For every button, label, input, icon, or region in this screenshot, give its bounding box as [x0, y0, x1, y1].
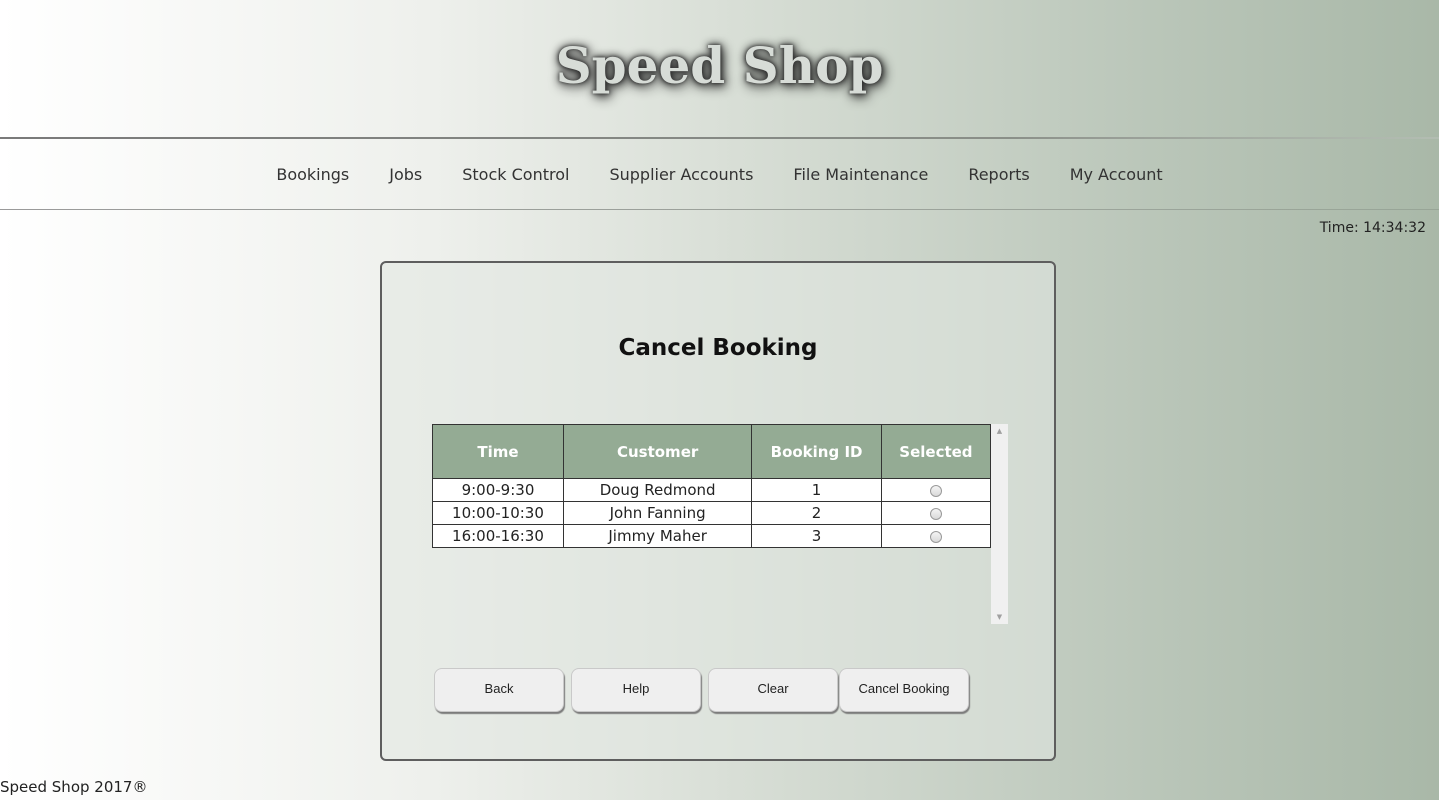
bookings-table-container: Time Customer Booking ID Selected 9:00-9… — [432, 424, 1008, 624]
table-row: 16:00-16:30 Jimmy Maher 3 — [432, 524, 992, 548]
site-logo-title: Speed Shop — [555, 36, 884, 95]
cell-selected — [880, 478, 992, 502]
nav-item-reports[interactable]: Reports — [948, 165, 1049, 184]
bookings-table: Time Customer Booking ID Selected 9:00-9… — [432, 424, 992, 548]
cell-customer: Doug Redmond — [562, 478, 753, 502]
nav-item-my-account[interactable]: My Account — [1050, 165, 1183, 184]
column-header-booking-id: Booking ID — [751, 424, 882, 479]
scroll-down-arrow-icon[interactable]: ▼ — [991, 610, 1008, 624]
nav-divider-top — [0, 137, 1439, 139]
cell-booking-id: 3 — [751, 524, 882, 548]
help-button[interactable]: Help — [571, 668, 701, 712]
clear-button[interactable]: Clear — [708, 668, 838, 712]
cell-time: 10:00-10:30 — [432, 501, 564, 525]
nav-item-jobs[interactable]: Jobs — [369, 165, 442, 184]
cancel-booking-panel: Cancel Booking Time Customer Booking ID … — [380, 261, 1056, 761]
select-radio[interactable] — [929, 484, 942, 497]
column-header-customer: Customer — [562, 424, 753, 479]
nav-divider-bottom — [0, 209, 1439, 210]
table-scrollbar[interactable]: ▲ ▼ — [991, 424, 1008, 624]
clock-display: Time: 14:34:32 — [1319, 220, 1426, 236]
table-row: 10:00-10:30 John Fanning 2 — [432, 501, 992, 525]
footer-copyright: Speed Shop 2017® — [0, 778, 148, 796]
column-header-selected: Selected — [880, 424, 992, 479]
select-radio[interactable] — [929, 507, 942, 520]
cell-selected — [880, 501, 992, 525]
nav-item-supplier-accounts[interactable]: Supplier Accounts — [589, 165, 773, 184]
scroll-up-arrow-icon[interactable]: ▲ — [991, 424, 1008, 438]
nav-item-bookings[interactable]: Bookings — [256, 165, 369, 184]
panel-title: Cancel Booking — [618, 335, 818, 361]
cell-booking-id: 1 — [751, 478, 882, 502]
back-button[interactable]: Back — [434, 668, 564, 712]
cell-time: 9:00-9:30 — [432, 478, 564, 502]
nav-item-stock-control[interactable]: Stock Control — [442, 165, 589, 184]
cell-time: 16:00-16:30 — [432, 524, 564, 548]
table-header-row: Time Customer Booking ID Selected — [432, 424, 992, 479]
cell-customer: John Fanning — [562, 501, 753, 525]
nav-item-file-maintenance[interactable]: File Maintenance — [773, 165, 948, 184]
main-nav: Bookings Jobs Stock Control Supplier Acc… — [0, 140, 1439, 208]
table-row: 9:00-9:30 Doug Redmond 1 — [432, 478, 992, 502]
cell-selected — [880, 524, 992, 548]
cell-booking-id: 2 — [751, 501, 882, 525]
cell-customer: Jimmy Maher — [562, 524, 753, 548]
select-radio[interactable] — [929, 530, 942, 543]
column-header-time: Time — [432, 424, 564, 479]
cancel-booking-button[interactable]: Cancel Booking — [839, 668, 969, 712]
